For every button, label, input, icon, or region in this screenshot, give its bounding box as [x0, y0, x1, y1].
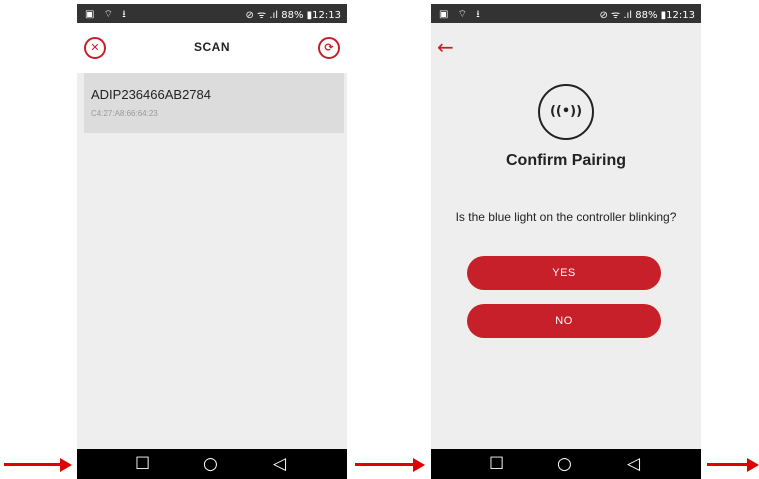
confirm-pairing-title: Confirm Pairing	[505, 152, 626, 169]
annotation-arrow-icon	[355, 458, 425, 472]
wireless-signal-icon: ((•))	[538, 84, 594, 140]
device-list-item[interactable]: ADIP236466AB2784 C4:27:A8:66:64:23	[84, 73, 344, 133]
status-icons: ▣ ⌔ ⭳	[85, 9, 129, 20]
refresh-icon[interactable]: ⟳	[318, 37, 340, 59]
android-nav-bar: ☐ ○ ◁	[77, 449, 347, 479]
annotation-arrow-icon	[707, 458, 759, 472]
home-icon[interactable]: ○	[557, 454, 572, 474]
status-bar: ▣ ⌔ ⭳ ⊘ ᯤ .ıl 88% ▮12:13	[77, 4, 347, 23]
back-arrow-icon[interactable]: ←	[437, 37, 454, 57]
home-icon[interactable]: ○	[203, 454, 218, 474]
status-info: ⊘ ᯤ .ıl 88% ▮12:13	[245, 10, 341, 21]
android-nav-bar: ☐ ○ ◁	[431, 449, 701, 479]
status-bar: ▣ ⌔ ⭳ ⊘ ᯤ .ıl 88% ▮12:13	[431, 4, 701, 23]
recent-apps-icon[interactable]: ☐	[489, 454, 504, 474]
pairing-question: Is the blue light on the controller blin…	[455, 210, 677, 224]
page-title: SCAN	[193, 40, 230, 54]
back-nav-icon[interactable]: ◁	[273, 454, 286, 474]
device-mac-address: C4:27:A8:66:64:23	[91, 109, 158, 118]
app-header: ✕ SCAN ⟳	[77, 23, 347, 73]
status-info: ⊘ ᯤ .ıl 88% ▮12:13	[599, 10, 695, 21]
confirm-pairing-screen: ▣ ⌔ ⭳ ⊘ ᯤ .ıl 88% ▮12:13 ← ((•)) Confirm…	[431, 4, 701, 479]
yes-button[interactable]: YES	[467, 256, 661, 290]
scan-screen: ▣ ⌔ ⭳ ⊘ ᯤ .ıl 88% ▮12:13 ✕ SCAN ⟳ ADIP23…	[77, 4, 347, 479]
recent-apps-icon[interactable]: ☐	[135, 454, 150, 474]
back-nav-icon[interactable]: ◁	[627, 454, 640, 474]
app-header: ←	[431, 23, 701, 63]
status-icons: ▣ ⌔ ⭳	[439, 9, 483, 20]
device-name: ADIP236466AB2784	[91, 87, 211, 102]
annotation-arrow-icon	[4, 458, 72, 472]
no-button[interactable]: NO	[467, 304, 661, 338]
